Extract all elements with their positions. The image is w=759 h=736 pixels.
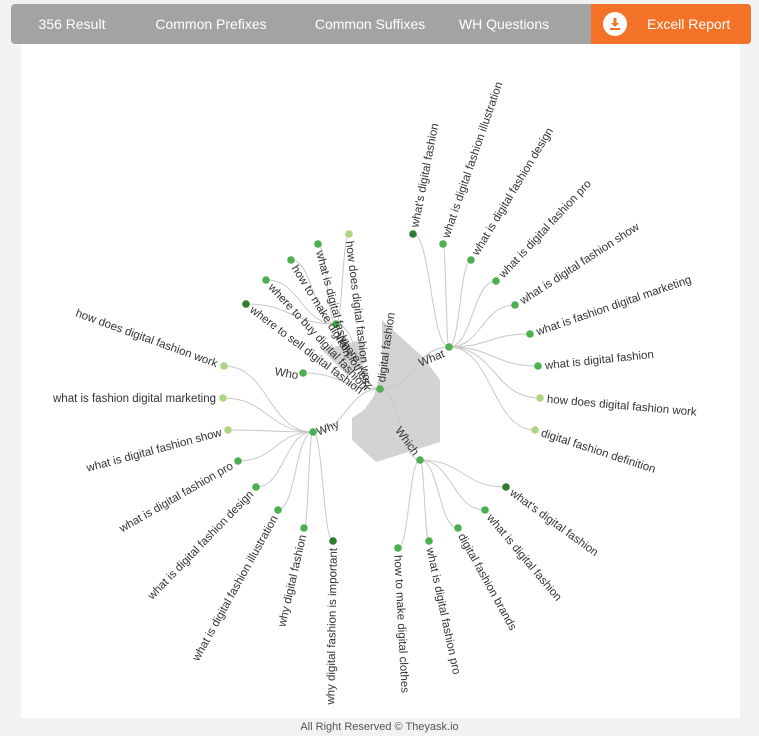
- tree-link: [303, 431, 314, 529]
- tree-link: [412, 233, 450, 348]
- tree-link: [448, 346, 536, 431]
- keyword-node[interactable]: [409, 230, 417, 238]
- keyword-node[interactable]: [287, 256, 295, 264]
- keyword-node[interactable]: [234, 457, 242, 465]
- keyword-node[interactable]: [492, 277, 500, 285]
- keyword-label[interactable]: what is digital fashion show: [84, 427, 223, 475]
- hub-label-who[interactable]: Who: [274, 366, 299, 382]
- keyword-node[interactable]: [345, 230, 353, 238]
- hub-node-which[interactable]: [416, 456, 424, 464]
- keyword-node[interactable]: [394, 544, 402, 552]
- keyword-tree: digital fashionWherewhere to sell digita…: [52, 80, 697, 706]
- keyword-node[interactable]: [274, 506, 282, 514]
- keyword-node[interactable]: [467, 256, 475, 264]
- footer-copyright: All Right Reserved © Theyask.io: [300, 721, 459, 733]
- keyword-node[interactable]: [425, 537, 433, 545]
- tab-results[interactable]: 356 Result: [25, 4, 119, 44]
- keyword-label[interactable]: how does digital fashion work: [74, 308, 220, 371]
- keyword-node[interactable]: [481, 506, 489, 514]
- excel-report-label: Excell Report: [647, 16, 731, 32]
- download-icon: [603, 12, 627, 36]
- tab-common-prefixes[interactable]: Common Prefixes: [151, 4, 271, 44]
- keyword-label[interactable]: digital fashion definition: [539, 427, 656, 475]
- keyword-label[interactable]: what is digital fashion pro: [423, 546, 462, 676]
- tree-link: [222, 397, 314, 433]
- keyword-tree-panel: digital fashion Where where to sell digita…: [21, 44, 740, 718]
- keyword-node[interactable]: [536, 394, 544, 402]
- tree-link: [448, 346, 541, 399]
- tab-common-suffixes[interactable]: Common Suffixes: [307, 4, 433, 44]
- keyword-node[interactable]: [534, 362, 542, 370]
- keyword-node[interactable]: [219, 394, 227, 402]
- tree-link: [442, 243, 450, 348]
- hub-node-who[interactable]: [299, 369, 307, 377]
- tree-link: [419, 459, 430, 542]
- tab-bar: 356 Result Common Prefixes Common Suffix…: [11, 4, 751, 44]
- keyword-node[interactable]: [262, 276, 270, 284]
- keyword-node[interactable]: [314, 240, 322, 248]
- keyword-node[interactable]: [454, 524, 462, 532]
- keyword-label[interactable]: what is fashion digital marketing: [52, 393, 216, 405]
- keyword-node[interactable]: [252, 483, 260, 491]
- tree-link: [397, 459, 421, 549]
- keyword-label[interactable]: how to make digital clothes: [391, 555, 410, 694]
- hub-label-why[interactable]: Why: [315, 419, 341, 439]
- keyword-label[interactable]: how does digital fashion work: [546, 394, 697, 419]
- keyword-node[interactable]: [329, 537, 337, 545]
- tab-wh-questions[interactable]: WH Questions: [449, 4, 559, 44]
- keyword-node[interactable]: [242, 300, 250, 308]
- hub-label-what[interactable]: What: [417, 348, 447, 369]
- tree-link: [312, 431, 334, 542]
- keyword-label[interactable]: what's digital fashion: [409, 122, 441, 229]
- excel-report-button[interactable]: Excell Report: [591, 4, 751, 44]
- keyword-node[interactable]: [511, 301, 519, 309]
- hub-node-what[interactable]: [445, 343, 453, 351]
- keyword-node[interactable]: [439, 240, 447, 248]
- keyword-label[interactable]: what is digital fashion: [543, 349, 654, 372]
- keyword-node[interactable]: [531, 426, 539, 434]
- keyword-label[interactable]: why digital fashion is important: [325, 547, 340, 706]
- keyword-node[interactable]: [300, 524, 308, 532]
- tree-link: [448, 259, 472, 348]
- keyword-node[interactable]: [220, 362, 228, 370]
- root-node[interactable]: [376, 385, 384, 393]
- keyword-node[interactable]: [526, 330, 534, 338]
- keyword-node[interactable]: [224, 426, 232, 434]
- keyword-node[interactable]: [502, 483, 510, 491]
- keyword-label[interactable]: why digital fashion: [276, 534, 309, 629]
